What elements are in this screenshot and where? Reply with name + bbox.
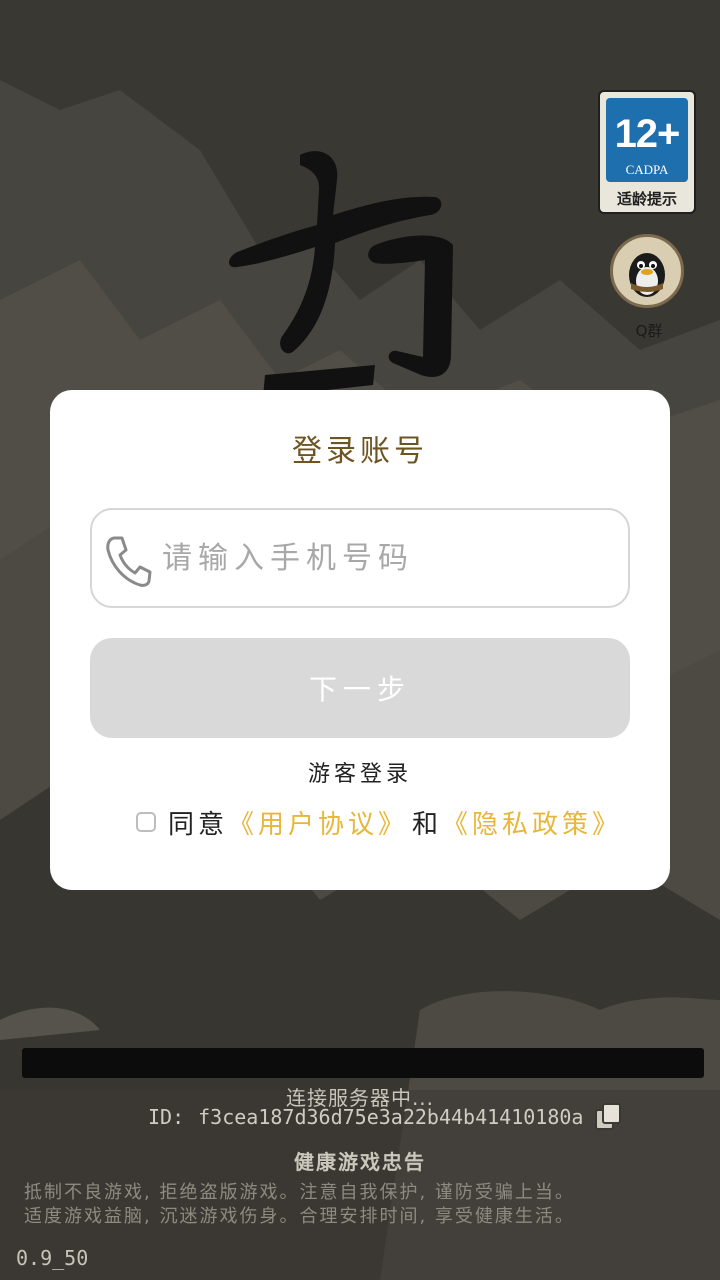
privacy-policy-link[interactable]: 《隐私政策》 bbox=[442, 804, 622, 841]
loading-progress-bar bbox=[22, 1048, 704, 1078]
qq-group-label: Q群 bbox=[635, 322, 663, 340]
guest-login-link[interactable]: 游客登录 bbox=[50, 756, 670, 788]
agree-label: 同意 bbox=[168, 809, 229, 840]
next-step-button[interactable]: 下一步 bbox=[90, 638, 630, 738]
health-advice-line-2: 适度游戏益脑, 沉迷游戏伤身。合理安排时间, 享受健康生活。 bbox=[24, 1206, 575, 1227]
phone-number-field[interactable] bbox=[90, 508, 630, 608]
qq-penguin-icon bbox=[610, 234, 684, 308]
dialog-title: 登录账号 bbox=[292, 434, 428, 469]
phone-icon bbox=[106, 536, 152, 587]
and-label: 和 bbox=[412, 809, 439, 840]
qq-group-button[interactable]: Q群 bbox=[608, 232, 690, 342]
age-rating-panel: 12+ CADPA bbox=[606, 98, 688, 182]
user-agreement-link[interactable]: 《用户协议》 bbox=[228, 804, 408, 841]
phone-number-input[interactable] bbox=[162, 530, 612, 586]
device-id-value: f3cea187d36d75e3a22b44b41410180a bbox=[198, 1105, 584, 1129]
calligraphy-logo bbox=[229, 151, 453, 397]
health-advice-line-1: 抵制不良游戏, 拒绝盗版游戏。注意自我保护, 谨防受骗上当。 bbox=[24, 1182, 575, 1203]
agreement-row: 同意 《用户协议》 和 《隐私政策》 bbox=[136, 802, 656, 842]
age-rating-badge[interactable]: 12+ CADPA 适龄提示 bbox=[598, 90, 696, 214]
copy-icon[interactable] bbox=[593, 1102, 623, 1132]
version-label: 0.9_50 bbox=[16, 1246, 89, 1270]
login-dialog: 登录账号 下一步 游客登录 同意 《用户协议》 和 《隐私政策》 bbox=[50, 390, 670, 890]
agreement-checkbox[interactable] bbox=[136, 812, 156, 832]
device-id-row: ID: f3cea187d36d75e3a22b44b41410180a bbox=[148, 1102, 623, 1132]
device-id-label: ID: bbox=[148, 1105, 185, 1129]
age-rating-org: CADPA bbox=[625, 162, 669, 177]
health-advice-title: 健康游戏忠告 bbox=[294, 1150, 426, 1174]
age-rating-caption: 适龄提示 bbox=[616, 190, 677, 208]
age-rating-number: 12+ bbox=[614, 112, 681, 156]
